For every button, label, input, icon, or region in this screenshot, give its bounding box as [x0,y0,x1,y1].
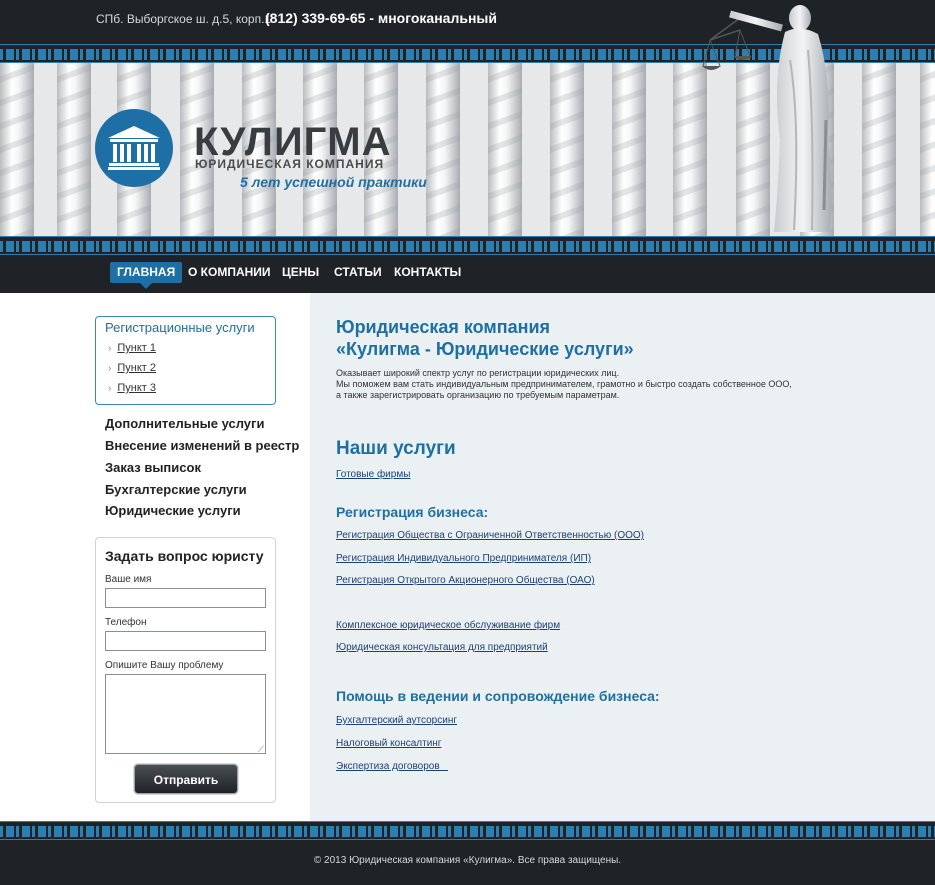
services-heading: Наши услуги [336,438,456,459]
nav-item-prices[interactable]: ЦЕНЫ [275,262,326,283]
link-contract-expertise[interactable]: Экспертиза договоров [336,761,448,772]
address-text: СПб. Выборгское ш. д.5, корп.1 [96,12,272,26]
ready-firms-link[interactable]: Готовые фирмы [336,469,410,480]
sidebar-link-accounting[interactable]: Бухгалтерские услуги [105,482,247,497]
link-reg-ip[interactable]: Регистрация Индивидуального Предпринимат… [336,553,591,564]
sub-item[interactable]: › Пункт 2 [108,362,156,374]
page-title: Юридическая компания «Кулигма - Юридичес… [336,316,634,360]
link-legal-consulting[interactable]: Юридическая консультация для предприятий [336,642,548,653]
form-title: Задать вопрос юристу [105,548,264,564]
phone-text: (812) 339-69-65 - многоканальный [265,10,497,26]
business-support-heading: Помощь в ведении и сопровождение бизнеса… [336,688,660,704]
footer: © 2013 Юридическая компания «Кулигма». В… [0,840,935,885]
page-title-line1: Юридическая компания [336,317,551,337]
column-decoration [0,63,34,236]
greek-key-border-middle [0,236,935,255]
nav-item-about[interactable]: О КОМПАНИИ [181,262,278,283]
chevron-right-icon: › [108,383,112,394]
brand-subtitle: ЮРИДИЧЕСКАЯ КОМПАНИЯ [195,157,385,171]
phone-label: Телефон [105,617,147,628]
chevron-right-icon: › [108,363,112,374]
link-tax-consulting[interactable]: Налоговый консалтинг [336,738,441,749]
nav-item-contacts[interactable]: КОНТАКТЫ [387,262,468,283]
nav-item-home[interactable]: ГЛАВНАЯ [110,262,183,289]
sidebar-link-additional[interactable]: Дополнительные услуги [105,416,264,431]
slogan: 5 лет успешной практики [240,174,427,190]
column-decoration [920,63,935,236]
themis-statue-icon [702,5,832,233]
page-title-line2: «Кулигма - Юридические услуги» [336,339,634,359]
intro-text: Оказывает широкий спектр услуг по регист… [336,368,792,401]
column-decoration [57,63,91,236]
sidebar-link-extracts[interactable]: Заказ выписок [105,460,201,475]
column-decoration [612,63,646,236]
problem-textarea[interactable] [105,674,266,755]
sub-item-label[interactable]: Пункт 2 [117,362,156,374]
column-decoration [488,63,522,236]
column-decoration [862,63,896,236]
intro-line: Мы поможем вам стать индивидуальным пред… [336,379,792,389]
greek-key-border-bottom [0,821,935,840]
name-field[interactable] [105,588,266,608]
copyright-text: © 2013 Юридическая компания «Кулигма». В… [313,855,622,866]
nav-item-articles[interactable]: СТАТЬИ [327,262,389,283]
link-reg-ooo[interactable]: Регистрация Общества с Ограниченной Отве… [336,530,644,541]
business-registration-heading: Регистрация бизнеса: [336,504,489,520]
submit-button[interactable]: Отправить [134,764,238,794]
registration-services-box: Регистрационные услуги › Пункт 1 › Пункт 2… [95,316,276,405]
main-nav: ГЛАВНАЯ О КОМПАНИИ ЦЕНЫ СТАТЬИ КОНТАКТЫ [0,255,935,293]
intro-line: а также зарегистрировать организацию по … [336,390,620,400]
logo-icon[interactable] [95,109,173,187]
sub-item[interactable]: › Пункт 3 [108,382,156,394]
phone-field[interactable] [105,631,266,651]
sub-item-label[interactable]: Пункт 1 [117,342,156,354]
problem-label: Опишите Вашу проблему [105,660,224,671]
sub-item-label[interactable]: Пункт 3 [117,382,156,394]
sidebar-link-registry-changes[interactable]: Внесение изменений в реестр [105,438,299,453]
ask-lawyer-form: Задать вопрос юристу Ваше имя Телефон Оп… [95,537,276,803]
link-complex-service[interactable]: Комплексное юридическое обслуживание фир… [336,620,560,631]
column-decoration [426,63,460,236]
sidebar-link-legal[interactable]: Юридические услуги [105,503,241,518]
chevron-right-icon: › [108,343,112,354]
column-decoration [550,63,584,236]
sub-item[interactable]: › Пункт 1 [108,342,156,354]
registration-services-title[interactable]: Регистрационные услуги [105,320,255,335]
link-accounting-outsourcing[interactable]: Бухгалтерский аутсорсинг [336,715,457,726]
link-reg-oao[interactable]: Регистрация Открытого Акционерного Общес… [336,575,595,586]
intro-line: Оказывает широкий спектр услуг по регист… [336,368,620,378]
name-label: Ваше имя [105,574,152,585]
